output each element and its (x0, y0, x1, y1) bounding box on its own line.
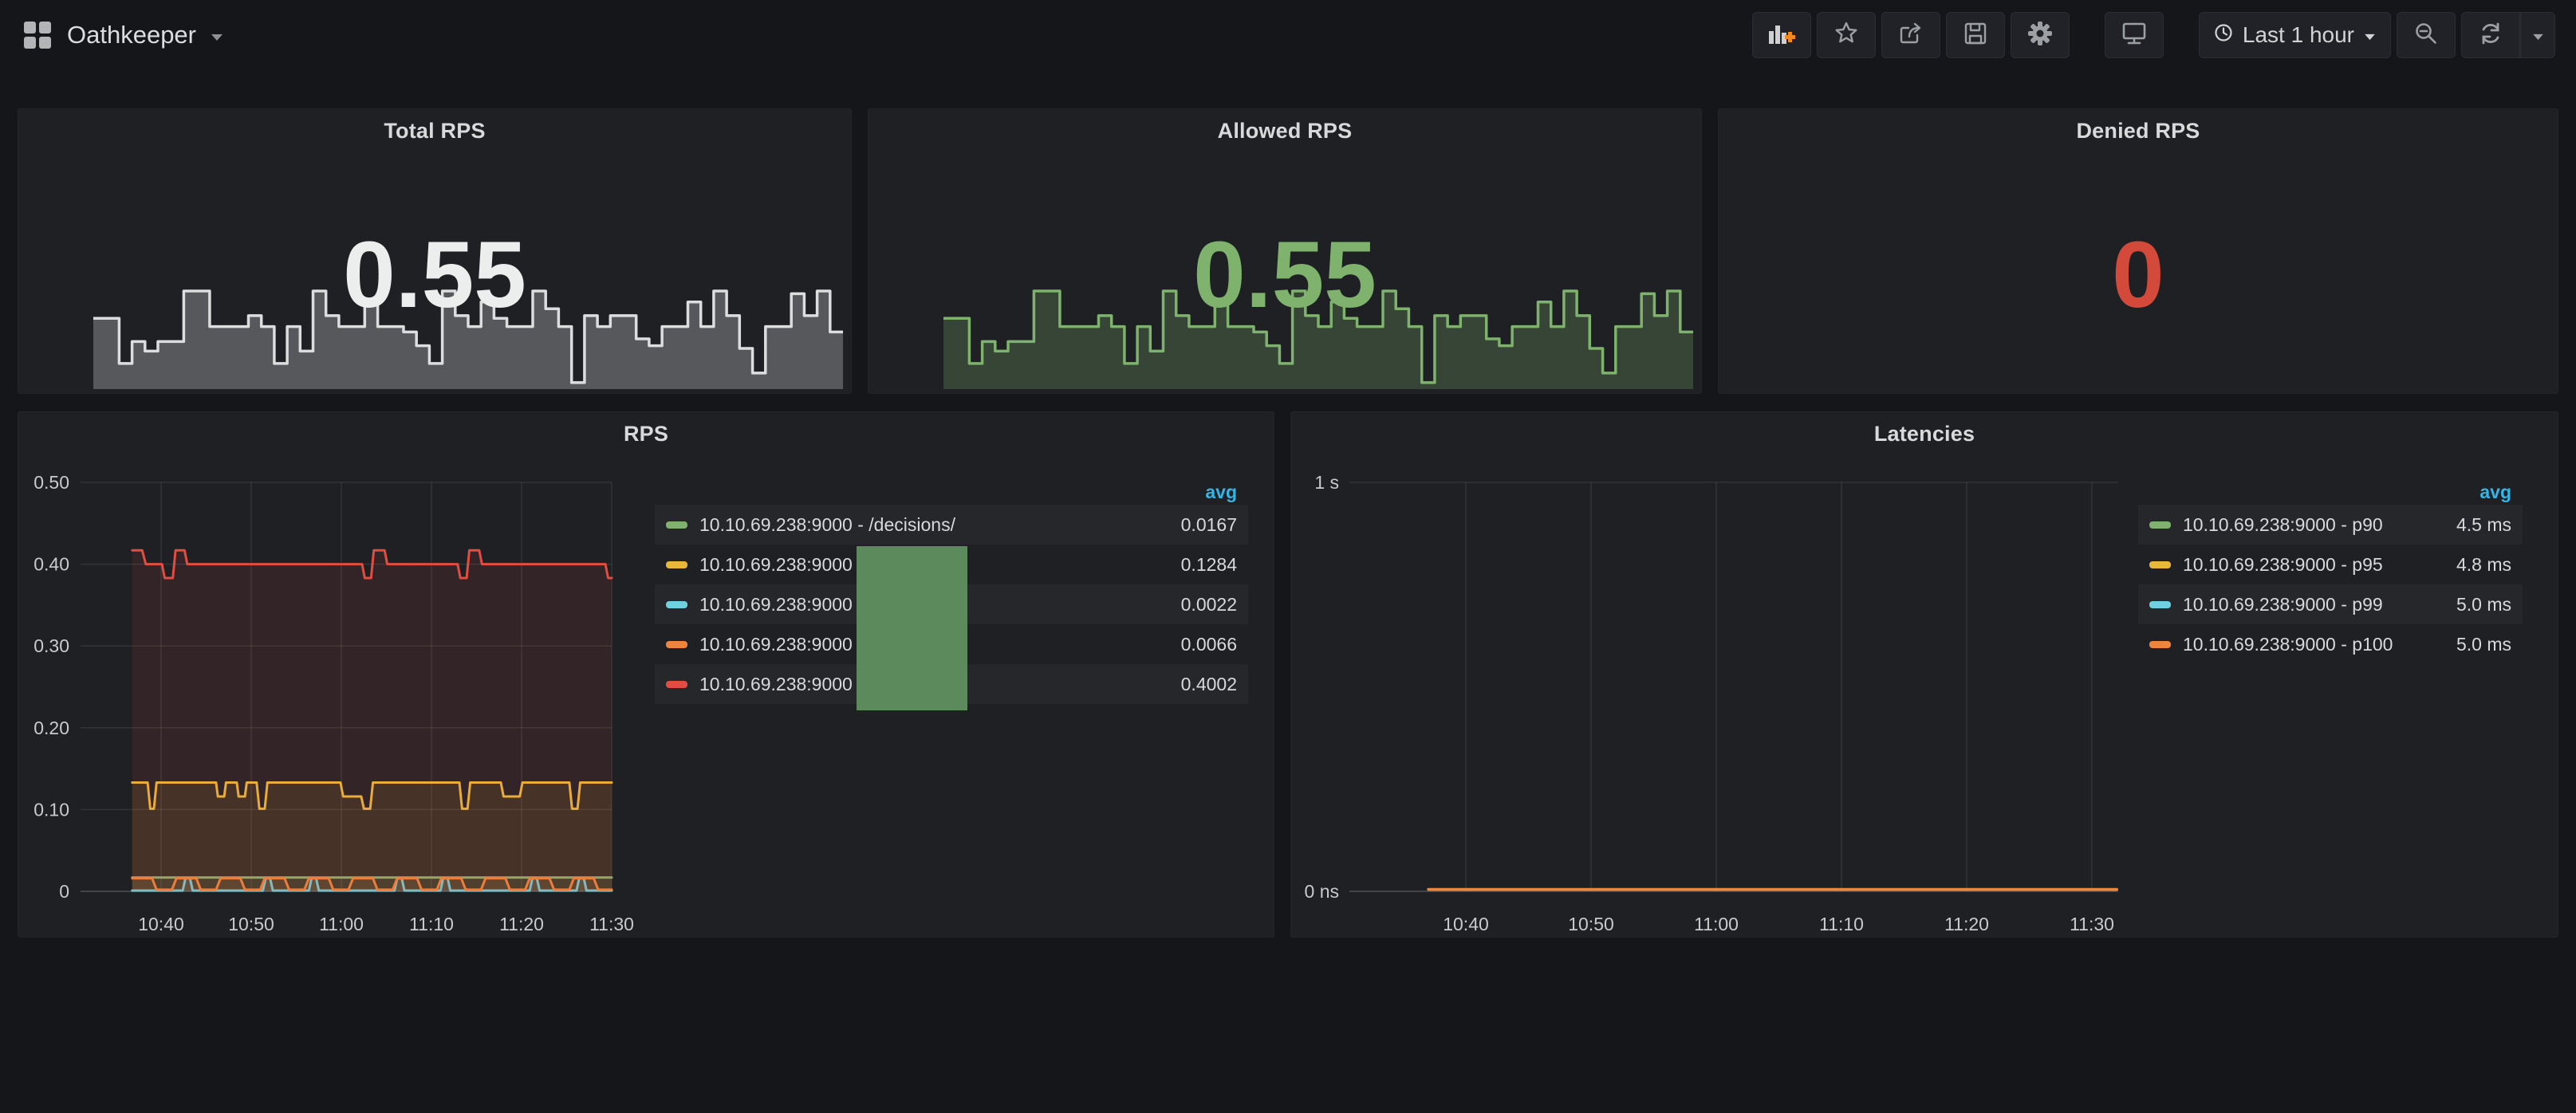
dashboard-title[interactable]: Oathkeeper (67, 21, 196, 49)
chevron-down-icon (2532, 33, 2544, 41)
time-range-label: Last 1 hour (2243, 22, 2354, 48)
legend-item[interactable]: 10.10.69.238:9000 - p995.0 ms (2138, 584, 2523, 624)
panel-rps-graph: RPS 0 0.10 0.20 0.30 0.40 0.50 10:40 10:50 11:00… (18, 411, 1274, 938)
series-label[interactable]: 10.10.69.238:9000 - /decisions/ (699, 514, 1165, 536)
series-label[interactable]: 10.10.69.238:9000 - p99 (2183, 594, 2440, 615)
x-tick-label: 11:30 (589, 914, 634, 934)
x-tick-label: 11:00 (319, 914, 364, 934)
y-tick-label: 0.50 (33, 472, 69, 493)
series-avg-value: 5.0 ms (2440, 594, 2511, 615)
panel-title[interactable]: Allowed RPS (869, 119, 1701, 144)
legend-item[interactable]: 10.10.69.238:9000 - p954.8 ms (2138, 545, 2523, 584)
clock-icon (2214, 22, 2233, 48)
series-color-swatch[interactable] (2149, 561, 2171, 568)
series-color-swatch[interactable] (2149, 641, 2171, 648)
star-button[interactable] (1817, 12, 1876, 58)
zoom-out-icon (2413, 21, 2439, 50)
navbar-toolbar: Last 1 hour (1752, 12, 2555, 58)
legend-overlay-box (857, 546, 967, 710)
stat-value-total-rps: 0.55 (18, 203, 851, 347)
panel-latencies-graph: Latencies 0 ns 1 s 10:40 10:50 11:00 11:10 11:… (1290, 411, 2558, 938)
panel-denied-rps: Denied RPS 0 (1718, 108, 2558, 394)
save-button[interactable] (1946, 12, 2005, 58)
share-button[interactable] (1881, 12, 1940, 58)
y-tick-label: 0 ns (1305, 881, 1339, 902)
series-color-swatch[interactable] (666, 561, 687, 568)
add-panel-icon (1768, 22, 1795, 49)
series-avg-value: 0.4002 (1165, 674, 1237, 695)
series-avg-value: 0.1284 (1165, 554, 1237, 576)
settings-button[interactable] (2011, 12, 2070, 58)
series-color-swatch[interactable] (666, 641, 687, 648)
refresh-button[interactable] (2461, 12, 2520, 58)
x-tick-label: 11:20 (499, 914, 544, 934)
legend-avg-header[interactable]: avg (2138, 479, 2523, 505)
y-tick-label: 0.40 (33, 554, 69, 575)
series-color-swatch[interactable] (2149, 521, 2171, 529)
chevron-down-icon[interactable] (211, 33, 223, 41)
x-tick-label: 11:30 (2070, 914, 2114, 934)
panel-title[interactable]: Total RPS (18, 119, 851, 144)
save-icon (1963, 21, 1988, 50)
y-tick-label: 1 s (1314, 472, 1339, 493)
navbar: Oathkeeper (0, 0, 2576, 70)
dashboard-grid-icon[interactable] (22, 20, 53, 50)
refresh-icon (2478, 21, 2503, 50)
x-tick-label: 10:50 (228, 914, 274, 934)
x-tick-label: 11:00 (1694, 914, 1739, 934)
x-tick-label: 11:10 (1819, 914, 1864, 934)
x-tick-label: 11:20 (1944, 914, 1989, 934)
panel-allowed-rps: Allowed RPS 0.55 (868, 108, 1702, 394)
x-tick-label: 10:40 (1443, 914, 1489, 934)
time-range-picker[interactable]: Last 1 hour (2199, 12, 2391, 58)
series-avg-value: 0.0167 (1165, 514, 1237, 536)
refresh-interval-dropdown[interactable] (2520, 12, 2555, 58)
gear-icon (2027, 21, 2053, 50)
add-panel-button[interactable] (1752, 12, 1811, 58)
chevron-down-icon (2364, 33, 2376, 41)
star-icon (1834, 21, 1859, 50)
series-color-swatch[interactable] (2149, 601, 2171, 608)
series-avg-value: 4.5 ms (2440, 514, 2511, 536)
stat-value-allowed-rps: 0.55 (869, 203, 1701, 347)
series-color-swatch[interactable] (666, 681, 687, 688)
legend-rows: 10.10.69.238:9000 - p904.5 ms10.10.69.23… (2138, 505, 2523, 664)
cycle-view-mode-button[interactable] (2105, 12, 2164, 58)
panel-title[interactable]: RPS (18, 422, 1274, 446)
zoom-out-button[interactable] (2397, 12, 2456, 58)
x-tick-label: 11:10 (409, 914, 454, 934)
legend-avg-header[interactable]: avg (655, 479, 1248, 505)
panel-title[interactable]: Latencies (1291, 422, 2558, 446)
y-tick-label: 0.30 (33, 635, 69, 656)
y-tick-label: 0.10 (33, 799, 69, 820)
series-label[interactable]: 10.10.69.238:9000 - p100 (2183, 634, 2440, 655)
y-tick-label: 0 (59, 881, 69, 902)
y-tick-label: 0.20 (33, 718, 69, 738)
grafana-dashboard: Oathkeeper (0, 0, 2576, 1113)
legend-item[interactable]: 10.10.69.238:9000 - p1005.0 ms (2138, 624, 2523, 664)
latencies-legend: avg 10.10.69.238:9000 - p904.5 ms10.10.6… (2138, 479, 2523, 664)
x-tick-label: 10:40 (138, 914, 184, 934)
share-icon (1898, 22, 1924, 49)
series-label[interactable]: 10.10.69.238:9000 - p90 (2183, 514, 2440, 536)
series-avg-value: 4.8 ms (2440, 554, 2511, 576)
stat-value-denied-rps: 0 (1719, 203, 2558, 347)
series-avg-value: 0.0066 (1165, 634, 1237, 655)
legend-item[interactable]: 10.10.69.238:9000 - p904.5 ms (2138, 505, 2523, 545)
panel-title[interactable]: Denied RPS (1719, 119, 2558, 144)
legend-item[interactable]: 10.10.69.238:9000 - /decisions/0.0167 (655, 505, 1248, 545)
series-avg-value: 5.0 ms (2440, 634, 2511, 655)
series-label[interactable]: 10.10.69.238:9000 - p95 (2183, 554, 2440, 576)
panel-total-rps: Total RPS 0.55 (18, 108, 852, 394)
navbar-left: Oathkeeper (22, 0, 223, 70)
series-color-swatch[interactable] (666, 601, 687, 608)
x-tick-label: 10:50 (1568, 914, 1614, 934)
series-avg-value: 0.0022 (1165, 594, 1237, 615)
monitor-icon (2121, 21, 2148, 50)
series-color-swatch[interactable] (666, 521, 687, 529)
